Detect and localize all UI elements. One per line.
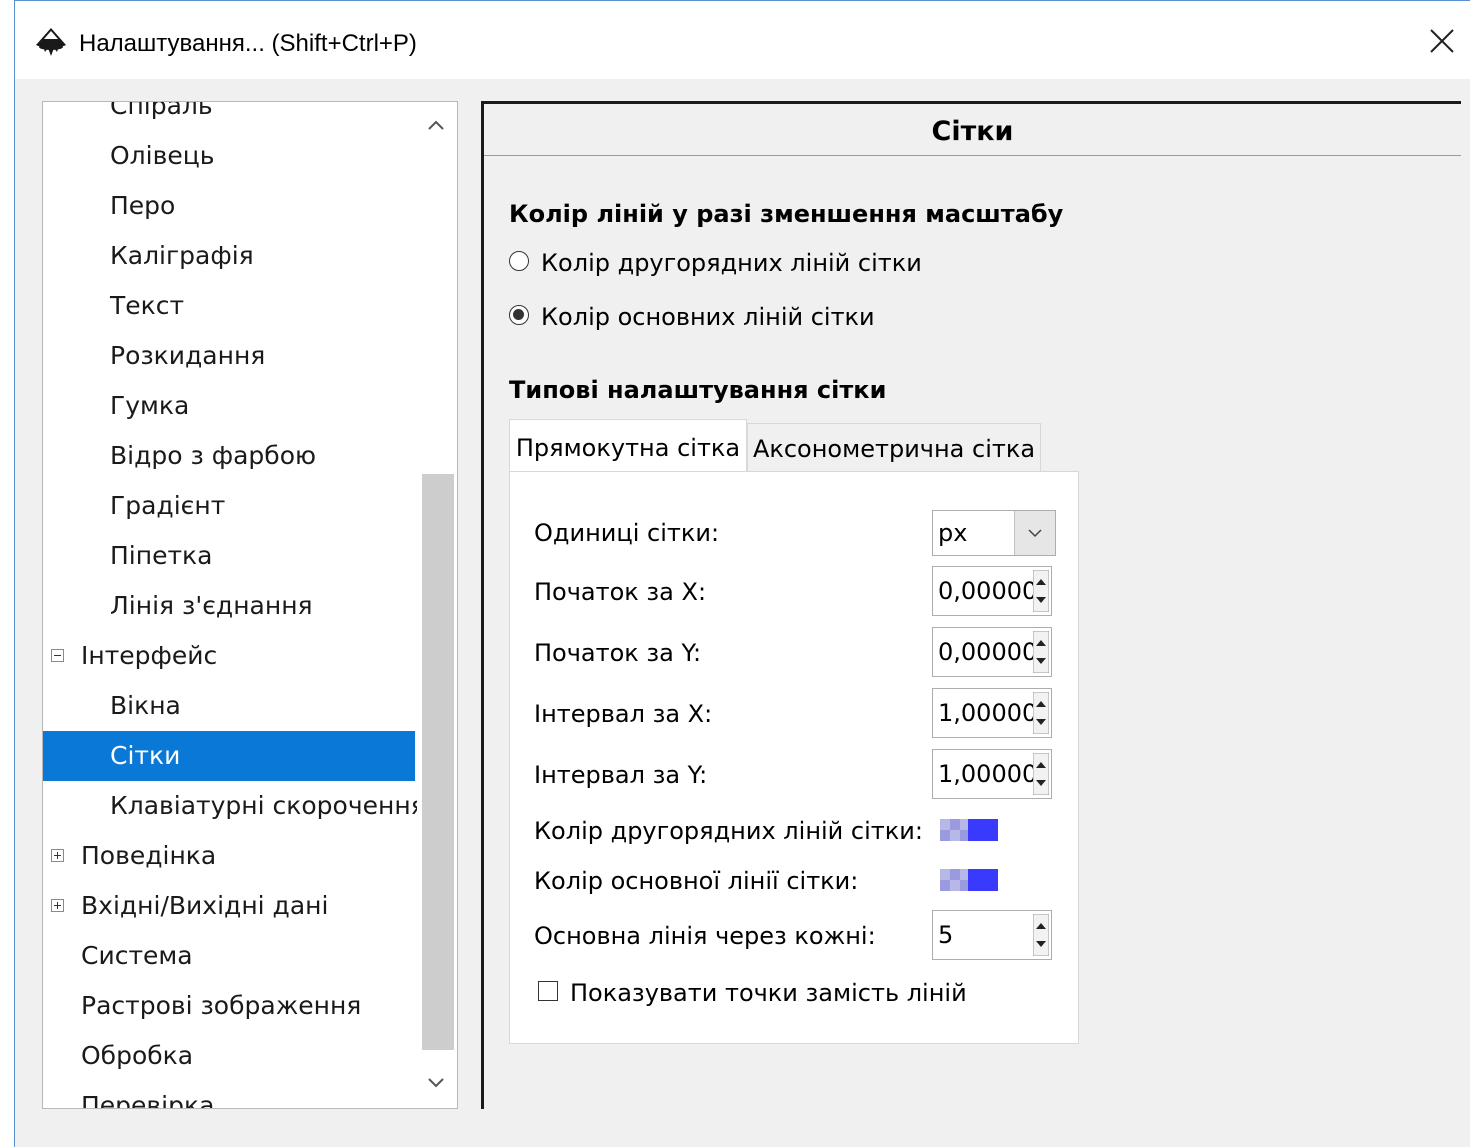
scroll-thumb[interactable] — [422, 474, 454, 1050]
tree-item[interactable]: Спіраль — [43, 101, 415, 131]
default-grid-section-title: Типові налаштування сітки — [509, 376, 887, 404]
tree-item[interactable]: Каліграфія — [43, 231, 415, 281]
tree-item-label: Гумка — [110, 391, 190, 420]
tree-item-label: Растрові зображення — [81, 991, 362, 1020]
origin-y-value: 0,00000 — [938, 638, 1038, 666]
major-every-value: 5 — [938, 921, 954, 949]
spacing-y-value: 1,00000 — [938, 760, 1038, 788]
tree-item-label: Каліграфія — [110, 241, 254, 270]
rectangular-grid-settings: Одиниці сітки: px Початок за X: 0,00000 — [509, 471, 1079, 1044]
spin-arrows-icon[interactable] — [1033, 631, 1049, 673]
page-title: Сітки — [484, 104, 1461, 156]
show-dots-checkbox[interactable] — [538, 981, 558, 1001]
major-every-label: Основна лінія через кожні: — [534, 922, 876, 950]
inkscape-icon — [36, 28, 66, 56]
expand-icon[interactable] — [51, 849, 64, 862]
tree-item[interactable]: Піпетка — [43, 531, 415, 581]
units-dropdown-button[interactable] — [1014, 511, 1055, 555]
tree-item-label: Піпетка — [110, 541, 213, 570]
tree-item-label: Вікна — [110, 691, 181, 720]
major-every-spinbox[interactable]: 5 — [932, 910, 1052, 960]
preferences-window: Налаштування... (Shift+Ctrl+P) Спіраль Ол… — [14, 0, 1470, 1147]
close-icon[interactable] — [1422, 21, 1462, 61]
tree-item-label: Клавіатурні скорочення — [110, 791, 426, 820]
grid-units-select[interactable]: px — [932, 510, 1056, 556]
spin-arrows-icon[interactable] — [1033, 692, 1049, 734]
tree-item-label: Розкидання — [110, 341, 266, 370]
tree-item-label: Обробка — [81, 1041, 194, 1070]
window-title: Налаштування... (Shift+Ctrl+P) — [79, 30, 417, 57]
tree-item[interactable]: Сітки — [43, 731, 415, 781]
tree-item-label: Поведінка — [81, 841, 217, 870]
spacing-y-spinbox[interactable]: 1,00000 — [932, 749, 1052, 799]
spin-arrows-icon[interactable] — [1033, 753, 1049, 795]
origin-y-spinbox[interactable]: 0,00000 — [932, 627, 1052, 677]
radio-minor-lines[interactable]: Колір другорядних ліній сітки — [509, 246, 922, 280]
radio-minor-icon[interactable] — [509, 251, 529, 271]
minor-color-label: Колір другорядних ліній сітки: — [534, 817, 923, 845]
spin-arrows-icon[interactable] — [1033, 914, 1049, 956]
tree-item-label: Перевірка — [81, 1091, 215, 1109]
chevron-down-icon — [1028, 529, 1042, 538]
settings-page: Сітки Колір ліній у разі зменшення масшт… — [481, 101, 1461, 1109]
scroll-down-icon[interactable] — [425, 1072, 447, 1094]
minor-color-swatch[interactable] — [940, 819, 998, 841]
tree-item[interactable]: Система — [43, 931, 415, 981]
tree-item[interactable]: Растрові зображення — [43, 981, 415, 1031]
spacing-y-label: Інтервал за Y: — [534, 761, 708, 789]
radio-major-lines[interactable]: Колір основних ліній сітки — [509, 300, 875, 334]
tab-axonometric-grid[interactable]: Аксонометрична сітка — [747, 423, 1041, 471]
show-dots-checkbox-row[interactable]: Показувати точки замість ліній — [538, 976, 967, 1010]
tree-item-label: Олівець — [110, 141, 215, 170]
origin-x-spinbox[interactable]: 0,00000 — [932, 566, 1052, 616]
tree-item-label: Градієнт — [110, 491, 226, 520]
title-bar: Налаштування... (Shift+Ctrl+P) — [15, 1, 1470, 79]
tree-item-label: Відро з фарбою — [110, 441, 317, 470]
radio-major-icon[interactable] — [509, 305, 529, 325]
expand-icon[interactable] — [51, 899, 64, 912]
tree-scrollbar[interactable] — [417, 102, 457, 1108]
tree-item[interactable]: Інтерфейс — [43, 631, 415, 681]
origin-x-label: Початок за X: — [534, 578, 707, 606]
tree-item-label: Вхідні/Вихідні дані — [81, 891, 329, 920]
tree-item-label: Перо — [110, 191, 176, 220]
tree-item[interactable]: Вікна — [43, 681, 415, 731]
origin-x-value: 0,00000 — [938, 577, 1038, 605]
tree-item-label: Лінія з'єднання — [110, 591, 313, 620]
zoom-color-section-title: Колір ліній у разі зменшення масштабу — [509, 200, 1064, 228]
grid-units-value: px — [938, 519, 968, 547]
major-color-swatch[interactable] — [940, 869, 998, 891]
spacing-x-label: Інтервал за X: — [534, 700, 713, 728]
tree-item-label: Система — [81, 941, 193, 970]
tree-item-label: Інтерфейс — [81, 641, 218, 670]
tree-item-label: Спіраль — [110, 101, 213, 120]
preferences-tree: Спіраль Олівець Перо Каліграфія Текст Розкида… — [42, 101, 458, 1109]
tree-item-label: Сітки — [110, 741, 181, 770]
tree-item-label: Текст — [110, 291, 185, 320]
grid-type-tabs: Прямокутна сітка Аксонометрична сітка Од… — [509, 419, 1079, 1044]
spacing-x-value: 1,00000 — [938, 699, 1038, 727]
tree-item[interactable]: Текст — [43, 281, 415, 331]
tree-item[interactable]: Клавіатурні скорочення — [43, 781, 426, 831]
tab-rectangular-grid[interactable]: Прямокутна сітка — [509, 419, 747, 473]
tree-item[interactable]: Відро з фарбою — [43, 431, 415, 481]
tree-item[interactable]: Градієнт — [43, 481, 415, 531]
tree-item[interactable]: Обробка — [43, 1031, 415, 1081]
spin-arrows-icon[interactable] — [1033, 570, 1049, 612]
grid-units-label: Одиниці сітки: — [534, 519, 720, 547]
scroll-up-icon[interactable] — [425, 114, 447, 136]
tree-item[interactable]: Гумка — [43, 381, 415, 431]
tree-item[interactable]: Перевірка — [43, 1081, 415, 1109]
origin-y-label: Початок за Y: — [534, 639, 702, 667]
tree-item[interactable]: Поведінка — [43, 831, 415, 881]
tree-item[interactable]: Розкидання — [43, 331, 415, 381]
spacing-x-spinbox[interactable]: 1,00000 — [932, 688, 1052, 738]
major-color-label: Колір основної лінії сітки: — [534, 867, 859, 895]
tree-item[interactable]: Лінія з'єднання — [43, 581, 415, 631]
collapse-icon[interactable] — [51, 649, 64, 662]
tree-item[interactable]: Вхідні/Вихідні дані — [43, 881, 415, 931]
tree-item[interactable]: Перо — [43, 181, 415, 231]
tree-item[interactable]: Олівець — [43, 131, 415, 181]
